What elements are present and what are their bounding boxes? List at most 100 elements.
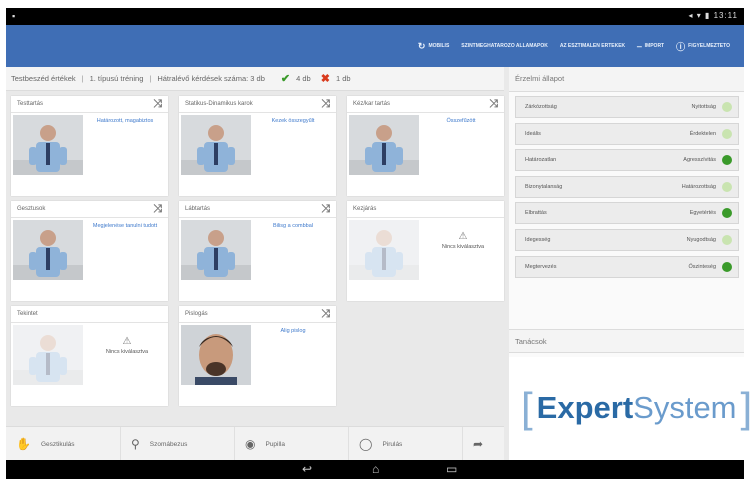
person-photo	[349, 115, 419, 175]
status-dot-icon	[722, 234, 732, 245]
eye-icon: ◉	[245, 437, 256, 451]
info-icon: ⓘ	[676, 41, 686, 52]
status-dot-icon	[722, 128, 732, 139]
szintmeghatarozo-action[interactable]: SZINTMEGHATAROZO ALLAMAPOK	[461, 43, 548, 49]
tool-szomabezus[interactable]: ⚲ Szomábezus	[120, 427, 234, 461]
emotion-row[interactable]: Ideális Érdektelen	[515, 122, 739, 145]
person-photo	[13, 325, 83, 385]
person-photo	[181, 220, 251, 280]
bad-count: 1 db	[335, 74, 351, 83]
tool-pirulas[interactable]: ◯ Pirulás	[348, 427, 462, 461]
emotion-value: Határozottság	[681, 183, 716, 190]
card-title: Lábtartás	[185, 206, 211, 212]
emotion-row[interactable]: Elbrattás Egyetértés	[515, 202, 739, 225]
shuffle-icon[interactable]: ⤨	[321, 96, 330, 112]
person-photo	[349, 220, 419, 280]
emotion-value: Őszinteség	[688, 263, 716, 270]
emotion-value: Egyetértés	[689, 210, 716, 217]
card-description: Megjelenése tanulni tudott	[92, 223, 158, 229]
shuffle-icon[interactable]: ⤨	[321, 201, 330, 217]
card-labtartas[interactable]: Lábtartás ⤨ Bilisg a combbal	[179, 201, 336, 301]
emotion-label: Bizonytalanság	[525, 183, 563, 190]
import-action[interactable]: ⎯ IMPORT	[637, 41, 664, 52]
summary-bar: Testbeszéd értékek | 1. típusú tréning |…	[6, 67, 504, 91]
emotion-row[interactable]: Zárkózottság Nyitottság	[515, 96, 739, 118]
emotion-value: Érdektelen	[689, 130, 716, 137]
card-title: Testtartás	[17, 101, 44, 107]
emotion-label: Zárkózottság	[525, 104, 557, 110]
warning-text: Nincs kiválasztva	[441, 244, 485, 250]
shuffle-icon[interactable]: ⤨	[153, 201, 162, 217]
card-description: Kezek összegyűlt	[271, 118, 315, 124]
cross-icon: ✖	[320, 73, 330, 85]
person-photo	[181, 115, 251, 175]
emotion-row[interactable]: Határozatlan Agresszívitás	[515, 149, 739, 172]
notification-icon: ▪	[12, 11, 16, 21]
evaluation-pane: Testbeszéd értékek | 1. típusú tréning |…	[6, 67, 504, 461]
card-title: Statikus-Dinamikus karok	[185, 101, 253, 107]
check-icon: ✔	[280, 73, 291, 85]
ok-count: 4 db	[296, 74, 311, 83]
home-icon[interactable]: ⌂	[372, 462, 379, 476]
status-bar: ▪ ◂ ▾ ▮ 13:11	[6, 8, 744, 25]
warning-icon: ⚠	[458, 231, 468, 242]
expertsystem-logo: [ExpertSystem]	[521, 384, 750, 431]
card-statikus-karok[interactable]: Statikus-Dinamikus karok ⤨ Kezek összegyű…	[179, 96, 336, 196]
person-photo	[13, 115, 83, 175]
emotion-label: Megtervezés	[525, 263, 557, 270]
card-pislogas[interactable]: Pislogás ⤨ Alig pislog	[179, 306, 336, 406]
warning-action[interactable]: ⓘ FIGYELMEZTETO	[676, 40, 730, 53]
person-photo	[13, 220, 83, 280]
summary-pending: Hátralévő kérdések száma: 3 db	[157, 74, 265, 83]
status-dot-icon	[722, 261, 732, 272]
shuffle-icon[interactable]: ⤨	[321, 306, 330, 322]
emotion-row[interactable]: Bizonytalanság Határozottság	[515, 175, 739, 198]
card-kez-kar-tartas[interactable]: Kéz/kar tartás ⤨ Összefűzött	[347, 96, 504, 196]
action-bar: ↻ MOBILIS SZINTMEGHATAROZO ALLAMAPOK AZ E…	[6, 25, 744, 67]
card-kezjaras[interactable]: Kezjárás ⚠ Nincs kiválasztva	[347, 201, 504, 301]
status-dot-icon	[722, 155, 732, 166]
emotion-rows: Zárkózottság Nyitottság Ideális Érdektelen H…	[515, 96, 739, 282]
esztimalen-action[interactable]: AZ ESZTIMALEN ERTEKEK	[560, 43, 625, 49]
tool-gesztikulas[interactable]: ✋ Gesztikulás	[6, 427, 120, 461]
emotion-value: Agresszívitás	[683, 157, 716, 164]
face-photo	[181, 325, 251, 385]
status-dot-icon	[722, 181, 732, 192]
circle-icon: ◯	[359, 437, 373, 451]
warning-icon: ⚠	[122, 336, 132, 347]
card-title: Kéz/kar tartás	[353, 101, 391, 107]
status-icons: ◂ ▾ ▮ 13:11	[688, 11, 738, 20]
tips-title: Tanácsok	[509, 329, 744, 353]
card-tekintet[interactable]: Tekintet ⚠ Nincs kiválasztva	[11, 306, 168, 406]
emotion-label: Ideális	[525, 130, 541, 137]
status-dot-icon	[722, 102, 732, 112]
emotion-row[interactable]: Idegesség Nyugodtság	[515, 228, 739, 251]
refresh-icon: ↻	[417, 40, 426, 51]
arrow-icon: ➦	[473, 437, 484, 451]
card-description: Alig pislog	[280, 328, 306, 334]
shuffle-icon[interactable]: ⤨	[153, 96, 162, 112]
emotion-label: Idegesség	[525, 236, 551, 243]
tablet-frame: ▪ ◂ ▾ ▮ 13:11 ↻ MOBILIS SZINTMEGHATAROZO …	[6, 8, 750, 479]
tool-pupilla[interactable]: ◉ Pupilla	[234, 427, 348, 461]
emotion-pane: Érzelmi állapot Zárkózottság Nyitottság Id…	[509, 67, 750, 460]
tool-more[interactable]: ➦	[462, 427, 504, 461]
mobilis-action[interactable]: ↻ MOBILIS	[418, 41, 449, 52]
bottom-toolbar: ✋ Gesztikulás ⚲ Szomábezus ◉ Pupilla ◯ Pirul…	[6, 426, 504, 461]
card-description: Határozott, magabiztos	[96, 118, 154, 124]
emotion-value: Nyugodtság	[686, 236, 716, 243]
emotion-value: Nyitottság	[691, 104, 716, 110]
emotion-label: Határozatlan	[525, 157, 557, 164]
figure-icon: ⚲	[131, 437, 140, 451]
back-icon[interactable]: ↩	[302, 462, 312, 476]
card-title: Gesztusok	[17, 206, 46, 212]
logo-area: [ExpertSystem]	[509, 357, 750, 460]
card-testtartas[interactable]: Testtartás ⤨ Határozott, magabiztos	[11, 96, 168, 196]
status-dot-icon	[722, 208, 732, 219]
card-gesztusok[interactable]: Gesztusok ⤨ Megjelenése tanulni tudott	[11, 201, 168, 301]
hand-icon: ✋	[16, 437, 31, 451]
shuffle-icon[interactable]: ⤨	[489, 96, 498, 112]
recent-apps-icon[interactable]: ▭	[446, 462, 457, 476]
android-nav-bar: ↩ ⌂ ▭	[6, 460, 744, 479]
emotion-row[interactable]: Megtervezés Őszinteség	[515, 255, 739, 278]
